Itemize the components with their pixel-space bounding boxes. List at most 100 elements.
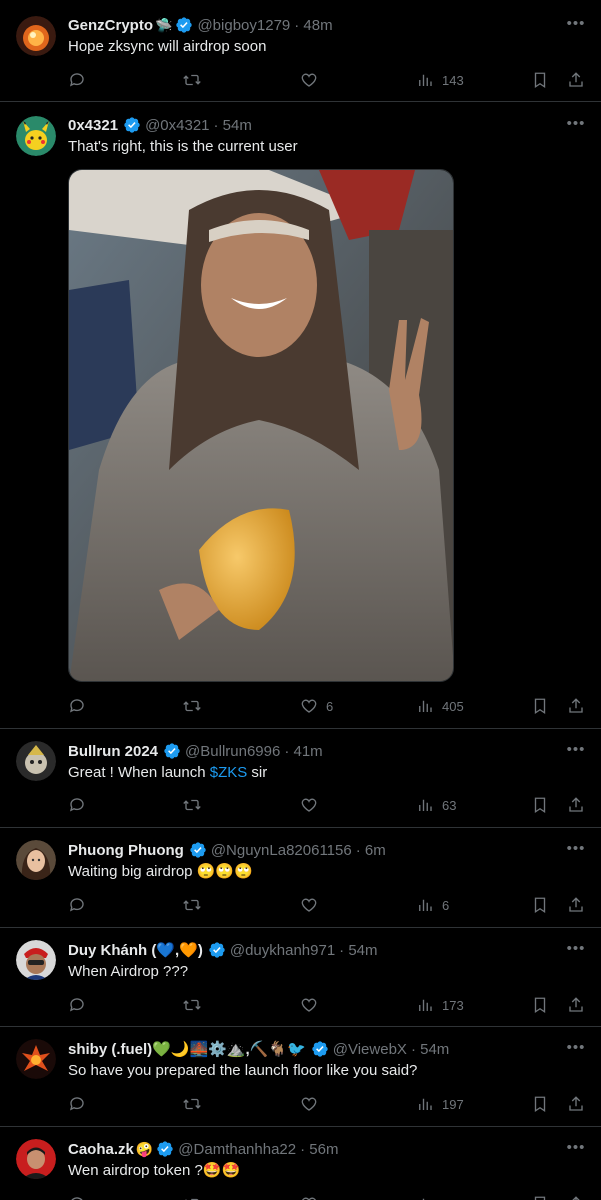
handle[interactable]: @duykhanh971 [230,942,335,959]
more-options-icon[interactable]: ••• [565,16,587,38]
verified-badge-icon [209,942,225,958]
like-button[interactable] [300,1192,318,1200]
reply-button[interactable] [68,993,94,1017]
timestamp[interactable]: · 48m [294,17,332,34]
views-button[interactable]: 63 [416,793,456,817]
share-button[interactable] [567,1092,585,1116]
more-options-icon[interactable]: ••• [565,1140,587,1162]
views-button[interactable]: 197 [416,1092,464,1116]
views-button[interactable] [416,1192,434,1200]
avatar[interactable] [16,1039,56,1079]
retweet-button[interactable] [183,694,209,718]
avatar[interactable] [16,116,56,156]
share-button[interactable] [567,68,585,92]
timestamp[interactable]: · 54m [339,942,377,959]
avatar[interactable] [16,741,56,781]
bookmark-button[interactable] [531,694,549,718]
like-button[interactable] [300,793,326,817]
views-chart-icon [419,1098,432,1110]
avatar[interactable] [16,1139,56,1179]
retweet-button[interactable] [183,993,209,1017]
more-options-icon[interactable]: ••• [565,116,587,138]
reply-button[interactable] [68,1192,86,1200]
like-button[interactable] [300,893,326,917]
bookmark-button[interactable] [531,793,549,817]
retweet-button[interactable] [183,793,209,817]
retweet-button[interactable] [183,893,209,917]
tweet[interactable]: shiby (.fuel)💚🌙🌉⚙️⛰️,⛏️🐐🐦 @ViewebX · 54m… [0,1027,601,1127]
like-button[interactable] [300,993,326,1017]
reply-button[interactable] [68,68,94,92]
timestamp[interactable]: · 56m [300,1141,338,1158]
timestamp[interactable]: · 6m [356,842,386,859]
display-name[interactable]: 0x4321 [68,117,118,134]
views-button[interactable]: 143 [416,68,464,92]
timestamp[interactable]: · 41m [284,743,322,760]
reply-button[interactable] [68,893,94,917]
timestamp[interactable]: · 54m [411,1041,449,1058]
retweet-button[interactable] [183,1092,209,1116]
bookmark-icon [534,797,546,814]
tweet-text-part: Great ! When launch [68,764,210,781]
display-name[interactable]: Phuong Phuong [68,842,184,859]
share-icon [572,1196,580,1200]
verified-badge-icon [190,842,206,858]
views-button[interactable]: 405 [416,694,464,718]
avatar[interactable] [16,840,56,880]
display-name[interactable]: Caoha.zk [68,1141,134,1158]
action-bar: 143 [0,68,601,92]
reply-button[interactable] [68,694,94,718]
handle[interactable]: @0x4321 [145,117,209,134]
display-name[interactable]: GenzCrypto [68,17,153,34]
like-button[interactable]: 6 [300,694,333,718]
view-count: 143 [442,72,464,88]
tweet-photo[interactable] [68,169,454,682]
tweet[interactable]: Phuong Phuong @NguynLa82061156 · 6m ••• … [0,828,601,928]
view-count: 173 [442,997,464,1013]
tweet[interactable]: Caoha.zk 🤪 @Damthanhha22 · 56m ••• Wen a… [0,1127,601,1200]
views-button[interactable]: 6 [416,893,449,917]
handle[interactable]: @Bullrun6996 [185,743,280,760]
reply-button[interactable] [68,1092,94,1116]
timestamp[interactable]: · 54m [214,117,252,134]
handle[interactable]: @NguynLa82061156 [211,842,352,859]
cashtag-link[interactable]: $ZKS [210,764,248,781]
share-button[interactable] [567,893,585,917]
display-name[interactable]: Bullrun 2024 [68,743,158,760]
handle[interactable]: @ViewebX [333,1041,407,1058]
tweet[interactable]: 0x4321 @0x4321 · 54m ••• That's right, t… [0,102,601,729]
more-options-icon[interactable]: ••• [565,841,587,863]
more-options-icon[interactable]: ••• [565,941,587,963]
handle[interactable]: @Damthanhha22 [178,1141,296,1158]
share-button[interactable] [567,1192,585,1200]
reply-button[interactable] [68,793,94,817]
name-emoji: 🛸 [155,16,173,33]
share-button[interactable] [567,993,585,1017]
retweet-button[interactable] [183,1192,201,1200]
tweet[interactable]: GenzCrypto 🛸 @bigboy1279 · 48m ••• Hope … [0,0,601,102]
bookmark-button[interactable] [531,1192,549,1200]
retweet-button[interactable] [183,68,209,92]
tweet[interactable]: Duy Khánh (💙,🧡) @duykhanh971 · 54m ••• W… [0,928,601,1027]
bookmark-button[interactable] [531,1092,549,1116]
bookmark-button[interactable] [531,68,549,92]
views-button[interactable]: 173 [416,993,464,1017]
handle[interactable]: @bigboy1279 [197,17,290,34]
like-button[interactable] [300,1092,326,1116]
more-options-icon[interactable]: ••• [565,742,587,764]
avatar[interactable] [16,16,56,56]
view-count: 63 [442,797,457,813]
tweet[interactable]: Bullrun 2024 @Bullrun6996 · 41m ••• Grea… [0,729,601,828]
tweet-text: So have you prepared the launch floor li… [68,1062,418,1079]
like-count: 6 [326,698,334,714]
avatar[interactable] [16,940,56,980]
display-name[interactable]: Duy Khánh (💙,🧡) [68,941,203,959]
share-button[interactable] [567,793,585,817]
like-button[interactable] [300,68,326,92]
display-name[interactable]: shiby (.fuel)💚🌙🌉⚙️⛰️,⛏️🐐🐦 [68,1040,306,1058]
bookmark-button[interactable] [531,893,549,917]
share-button[interactable] [567,694,585,718]
heart-icon [301,998,317,1012]
more-options-icon[interactable]: ••• [565,1040,587,1062]
bookmark-button[interactable] [531,993,549,1017]
